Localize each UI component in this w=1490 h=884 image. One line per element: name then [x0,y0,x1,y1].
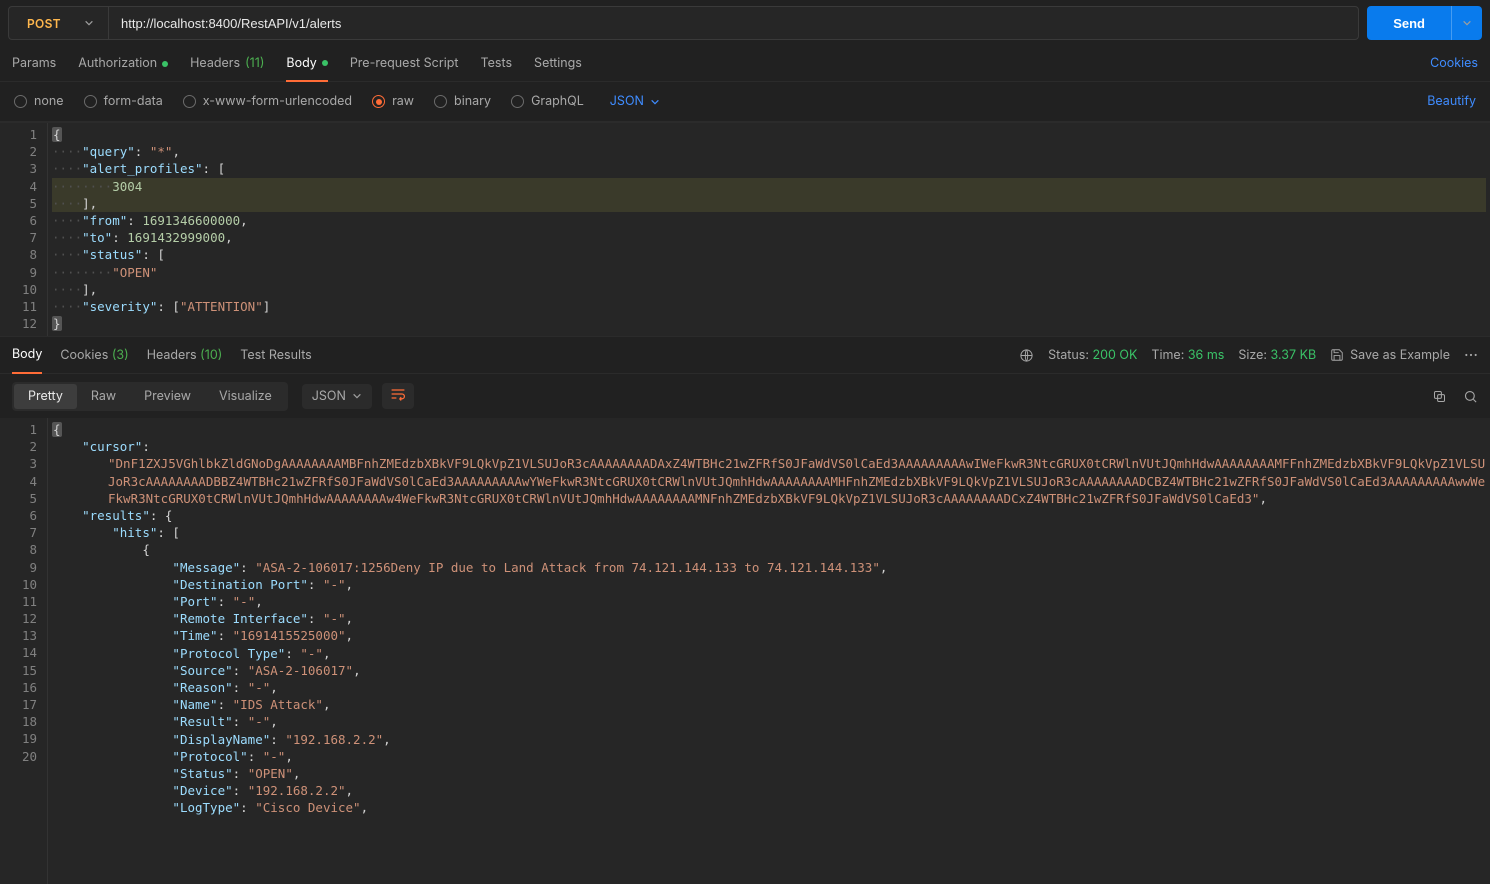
tab-headers-count: (11) [245,56,264,71]
resp-tab-cookies-count: (3) [112,348,129,363]
tab-headers-label: Headers [190,56,240,71]
url-box: POST [8,6,1359,40]
view-preview[interactable]: Preview [130,384,205,409]
resp-tab-cookies-label: Cookies [60,348,108,363]
radio-raw-label: raw [392,94,414,109]
tab-params[interactable]: Params [12,47,56,80]
radio-xwww[interactable]: x-www-form-urlencoded [183,94,352,109]
response-format-label: JSON [312,389,346,404]
response-format-select[interactable]: JSON [302,384,372,409]
tab-authorization[interactable]: Authorization [78,47,168,80]
editor-code: { "cursor":"DnF1ZXJ5VGhlbkZldGNoDgAAAAAA… [48,418,1490,884]
copy-button[interactable] [1432,389,1447,404]
send-group: Send [1367,6,1482,40]
response-body-editor[interactable]: 1234567891011121314151617181920 { "curso… [0,418,1490,884]
radio-binary-label: binary [454,94,491,109]
radio-form-data[interactable]: form-data [84,94,163,109]
search-button[interactable] [1463,389,1478,404]
status-block: Status: 200 OK [1048,348,1137,363]
tab-headers[interactable]: Headers (11) [190,47,264,80]
dot-icon [162,61,168,67]
more-dots-icon [1464,353,1478,357]
time-block: Time: 36 ms [1151,348,1224,363]
request-tabs: Params Authorization Headers (11) Body P… [0,46,1490,82]
body-content-type-label: JSON [610,94,644,109]
radio-none-label: none [34,94,64,109]
editor-gutter: 1234567891011121314151617181920 [0,418,48,884]
chevron-down-icon [650,97,660,107]
radio-graphql[interactable]: GraphQL [511,94,584,109]
view-pretty[interactable]: Pretty [14,384,77,409]
chevron-down-icon [84,18,94,28]
tab-authorization-label: Authorization [78,56,157,71]
resp-tab-body[interactable]: Body [12,337,42,374]
tab-prerequest[interactable]: Pre-request Script [350,47,459,80]
globe-icon[interactable] [1019,348,1034,363]
wrap-lines-button[interactable] [382,383,414,409]
radio-form-data-label: form-data [104,94,163,109]
save-as-example-button[interactable]: Save as Example [1330,348,1450,363]
resp-tab-headers-label: Headers [147,348,197,363]
radio-none[interactable]: none [14,94,64,109]
view-mode-segment: Pretty Raw Preview Visualize [12,382,288,411]
url-input[interactable] [109,7,1358,39]
more-button[interactable] [1464,353,1478,357]
tab-body[interactable]: Body [286,47,327,82]
tab-tests[interactable]: Tests [481,47,513,80]
view-visualize[interactable]: Visualize [205,384,286,409]
save-icon [1330,348,1344,362]
body-content-type-select[interactable]: JSON [610,94,660,109]
body-options-row: none form-data x-www-form-urlencoded raw… [0,82,1490,122]
editor-code[interactable]: {····"query": "*",····"alert_profiles": … [48,123,1490,336]
resp-tab-cookies[interactable]: Cookies (3) [60,338,128,373]
resp-tab-headers-count: (10) [200,348,222,363]
response-view-controls: Pretty Raw Preview Visualize JSON [0,374,1490,418]
chevron-down-icon [352,391,362,401]
resp-tab-headers[interactable]: Headers (10) [147,338,223,373]
method-select[interactable]: POST [9,7,109,39]
chevron-down-icon [1462,18,1472,28]
view-raw[interactable]: Raw [77,384,130,409]
response-tabs: Body Cookies (3) Headers (10) Test Resul… [0,336,1490,374]
resp-tab-test-results[interactable]: Test Results [240,338,312,373]
radio-raw[interactable]: raw [372,94,414,109]
radio-binary[interactable]: binary [434,94,491,109]
tab-body-label: Body [286,56,316,71]
search-icon [1463,389,1478,404]
send-button[interactable]: Send [1367,6,1451,40]
method-label: POST [27,16,61,31]
request-body-editor[interactable]: 123456789101112 {····"query": "*",····"a… [0,122,1490,336]
line-wrap-icon [390,387,406,401]
beautify-link[interactable]: Beautify [1427,94,1476,109]
cookies-link[interactable]: Cookies [1430,56,1478,71]
copy-icon [1432,389,1447,404]
save-as-example-label: Save as Example [1350,348,1450,363]
radio-xwww-label: x-www-form-urlencoded [203,94,352,109]
radio-graphql-label: GraphQL [531,94,584,109]
dot-icon [322,60,328,66]
send-split-button[interactable] [1451,6,1482,40]
size-block: Size: 3.37 KB [1238,348,1316,363]
tab-settings[interactable]: Settings [534,47,582,80]
editor-gutter: 123456789101112 [0,123,48,336]
